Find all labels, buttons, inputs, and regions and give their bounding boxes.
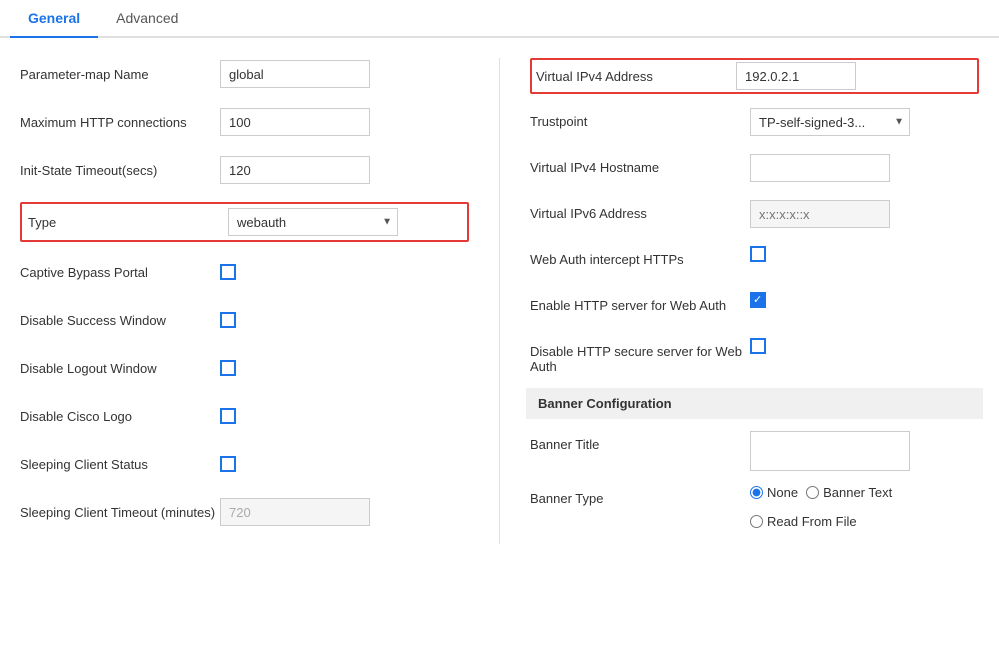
banner-type-text-radio[interactable] (806, 486, 819, 499)
type-row-highlighted: Type webauth ▼ (20, 202, 469, 242)
trustpoint-select-wrapper: TP-self-signed-3... ▼ (750, 108, 910, 136)
virtual-ipv6-input[interactable] (750, 200, 890, 228)
disable-https-control (750, 338, 979, 354)
sleeping-client-status-checkbox[interactable] (220, 456, 236, 472)
banner-type-none-item: None (750, 485, 798, 500)
type-select[interactable]: webauth (228, 208, 398, 236)
virtual-ipv4-input[interactable] (736, 62, 856, 90)
banner-type-none-label: None (767, 485, 798, 500)
disable-cisco-logo-label: Disable Cisco Logo (20, 409, 220, 424)
virtual-ipv4-hostname-row: Virtual IPv4 Hostname (530, 154, 979, 186)
sleeping-client-timeout-input[interactable] (220, 498, 370, 526)
virtual-ipv4-hostname-control (750, 154, 979, 182)
captive-bypass-label: Captive Bypass Portal (20, 265, 220, 280)
init-timeout-control (220, 156, 469, 184)
tab-bar: General Advanced (0, 0, 999, 38)
captive-bypass-row: Captive Bypass Portal (20, 256, 469, 288)
virtual-ipv6-label: Virtual IPv6 Address (530, 200, 750, 221)
param-map-control (220, 60, 469, 88)
form-content: Parameter-map Name Maximum HTTP connecti… (0, 48, 999, 554)
banner-section-header: Banner Configuration (526, 388, 983, 419)
type-control: webauth ▼ (228, 208, 461, 236)
virtual-ipv6-control (750, 200, 979, 228)
sleeping-client-status-row: Sleeping Client Status (20, 448, 469, 480)
banner-type-file-label: Read From File (767, 514, 857, 529)
sleeping-client-timeout-control (220, 498, 469, 526)
banner-title-control (750, 431, 979, 471)
banner-type-file-radio[interactable] (750, 515, 763, 528)
type-label: Type (28, 215, 228, 230)
disable-success-row: Disable Success Window (20, 304, 469, 336)
web-auth-https-checkbox[interactable] (750, 246, 766, 262)
web-auth-https-control (750, 246, 979, 262)
captive-bypass-checkbox[interactable] (220, 264, 236, 280)
trustpoint-control: TP-self-signed-3... ▼ (750, 108, 979, 136)
max-http-input[interactable] (220, 108, 370, 136)
banner-title-label: Banner Title (530, 431, 750, 452)
disable-success-control (220, 312, 469, 328)
trustpoint-label: Trustpoint (530, 108, 750, 129)
param-map-row: Parameter-map Name (20, 58, 469, 90)
disable-logout-checkbox[interactable] (220, 360, 236, 376)
left-panel: Parameter-map Name Maximum HTTP connecti… (20, 58, 469, 544)
param-map-label: Parameter-map Name (20, 67, 220, 82)
tab-advanced[interactable]: Advanced (98, 0, 196, 38)
panel-divider (499, 58, 500, 544)
max-http-row: Maximum HTTP connections (20, 106, 469, 138)
disable-https-label: Disable HTTP secure server for Web Auth (530, 338, 750, 374)
virtual-ipv4-control (736, 62, 973, 90)
type-select-wrapper: webauth ▼ (228, 208, 398, 236)
init-timeout-input[interactable] (220, 156, 370, 184)
disable-logout-label: Disable Logout Window (20, 361, 220, 376)
trustpoint-row: Trustpoint TP-self-signed-3... ▼ (530, 108, 979, 140)
disable-cisco-logo-checkbox[interactable] (220, 408, 236, 424)
right-panel: Virtual IPv4 Address Trustpoint TP-self-… (530, 58, 979, 544)
banner-title-row: Banner Title (530, 431, 979, 471)
banner-type-label: Banner Type (530, 485, 750, 506)
web-auth-https-label: Web Auth intercept HTTPs (530, 246, 750, 267)
tab-general[interactable]: General (10, 0, 98, 38)
virtual-ipv4-hostname-label: Virtual IPv4 Hostname (530, 154, 750, 175)
disable-cisco-logo-row: Disable Cisco Logo (20, 400, 469, 432)
virtual-ipv4-hostname-input[interactable] (750, 154, 890, 182)
init-timeout-label: Init-State Timeout(secs) (20, 163, 220, 178)
trustpoint-select[interactable]: TP-self-signed-3... (750, 108, 910, 136)
banner-type-text-label: Banner Text (823, 485, 892, 500)
disable-cisco-logo-control (220, 408, 469, 424)
init-timeout-row: Init-State Timeout(secs) (20, 154, 469, 186)
banner-title-input[interactable] (750, 431, 910, 471)
disable-https-checkbox[interactable] (750, 338, 766, 354)
max-http-control (220, 108, 469, 136)
disable-logout-control (220, 360, 469, 376)
enable-http-checkbox[interactable] (750, 292, 766, 308)
param-map-input[interactable] (220, 60, 370, 88)
disable-success-label: Disable Success Window (20, 313, 220, 328)
disable-logout-row: Disable Logout Window (20, 352, 469, 384)
virtual-ipv4-row-highlighted: Virtual IPv4 Address (530, 58, 979, 94)
banner-type-file-item: Read From File (750, 514, 979, 529)
disable-https-row: Disable HTTP secure server for Web Auth (530, 338, 979, 374)
virtual-ipv6-row: Virtual IPv6 Address (530, 200, 979, 232)
virtual-ipv4-label: Virtual IPv4 Address (536, 65, 736, 88)
sleeping-client-status-control (220, 456, 469, 472)
max-http-label: Maximum HTTP connections (20, 115, 220, 130)
enable-http-label: Enable HTTP server for Web Auth (530, 292, 750, 313)
sleeping-client-timeout-label: Sleeping Client Timeout (minutes) (20, 505, 220, 520)
banner-type-control: None Banner Text Read From File (750, 485, 979, 529)
banner-type-row: Banner Type None Banner Text Read From F… (530, 485, 979, 529)
web-auth-https-row: Web Auth intercept HTTPs (530, 246, 979, 278)
enable-http-row: Enable HTTP server for Web Auth (530, 292, 979, 324)
banner-type-none-radio[interactable] (750, 486, 763, 499)
captive-bypass-control (220, 264, 469, 280)
sleeping-client-timeout-row: Sleeping Client Timeout (minutes) (20, 496, 469, 528)
enable-http-control (750, 292, 979, 308)
disable-success-checkbox[interactable] (220, 312, 236, 328)
sleeping-client-status-label: Sleeping Client Status (20, 457, 220, 472)
banner-type-text-item: Banner Text (806, 485, 892, 500)
banner-type-radio-group: None Banner Text Read From File (750, 485, 979, 529)
